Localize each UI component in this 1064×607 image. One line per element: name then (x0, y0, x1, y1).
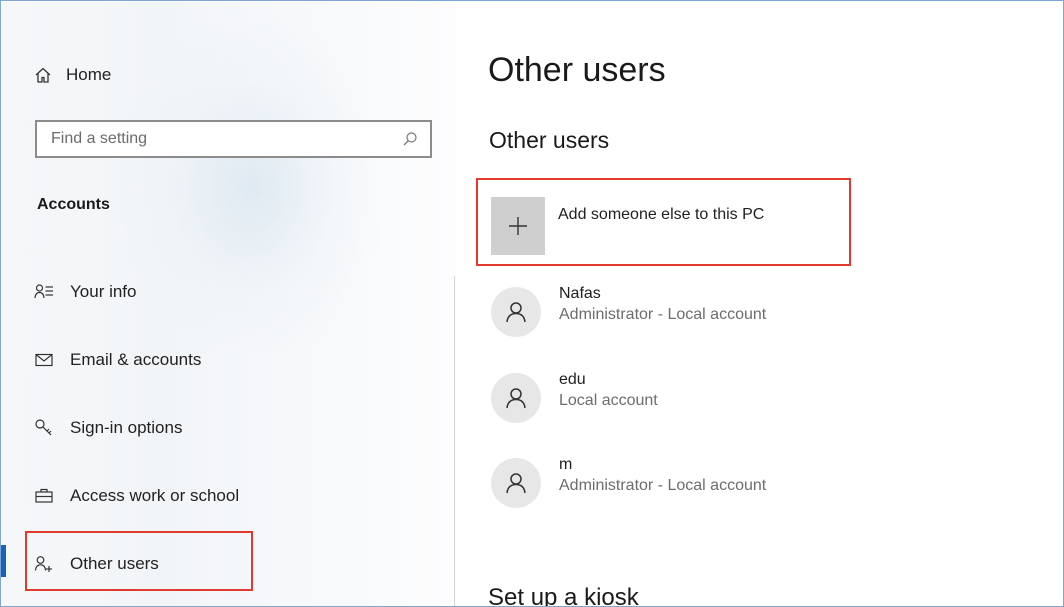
user-item-nafas[interactable]: Nafas Administrator - Local account (491, 284, 766, 337)
user-item-edu[interactable]: edu Local account (491, 370, 658, 423)
sidebar-background-haze (122, 22, 382, 352)
add-user-button[interactable]: Add someone else to this PC (491, 197, 764, 255)
sidebar-item-label: Other users (70, 554, 159, 573)
selected-indicator (1, 545, 6, 577)
kiosk-section-title: Set up a kiosk (488, 584, 639, 607)
home-nav-item[interactable]: Home (34, 60, 111, 90)
sidebar-divider (454, 276, 455, 606)
key-icon (34, 418, 54, 438)
sidebar-item-access-work-school[interactable]: Access work or school (34, 481, 239, 511)
your-info-icon (34, 282, 54, 302)
accounts-section-title: Accounts (37, 196, 110, 213)
add-user-label: Add someone else to this PC (558, 206, 765, 223)
section-title: Other users (489, 127, 610, 153)
add-person-icon (34, 554, 54, 574)
sidebar: Home Accounts Your (2, 2, 456, 606)
sidebar-item-other-users[interactable]: Other users (34, 549, 159, 579)
sidebar-item-label: Email & accounts (70, 350, 202, 369)
sidebar-item-label: Access work or school (70, 486, 240, 505)
search-input[interactable] (37, 123, 393, 155)
sidebar-item-email-accounts[interactable]: Email & accounts (34, 345, 201, 375)
user-role: Administrator - Local account (559, 306, 767, 323)
user-name: edu (559, 371, 586, 388)
user-role: Local account (559, 392, 658, 409)
home-icon (34, 66, 52, 84)
user-avatar-icon (491, 458, 541, 508)
user-name: m (559, 456, 573, 473)
sidebar-item-sign-in-options[interactable]: Sign-in options (34, 413, 182, 443)
user-item-m[interactable]: m Administrator - Local account (491, 455, 766, 508)
briefcase-icon (34, 486, 54, 506)
settings-window: Home Accounts Your (0, 0, 1064, 607)
plus-icon (491, 197, 545, 255)
search-icon[interactable] (402, 131, 418, 147)
page-title: Other users (488, 51, 666, 89)
home-label: Home (66, 65, 112, 84)
user-avatar-icon (491, 373, 541, 423)
sidebar-item-your-info[interactable]: Your info (34, 277, 136, 307)
sidebar-item-label: Sign-in options (70, 418, 183, 437)
user-role: Administrator - Local account (559, 477, 767, 494)
search-box[interactable] (35, 120, 432, 158)
user-name: Nafas (559, 285, 601, 302)
user-avatar-icon (491, 287, 541, 337)
mail-icon (34, 350, 54, 370)
sidebar-item-label: Your info (70, 282, 137, 301)
